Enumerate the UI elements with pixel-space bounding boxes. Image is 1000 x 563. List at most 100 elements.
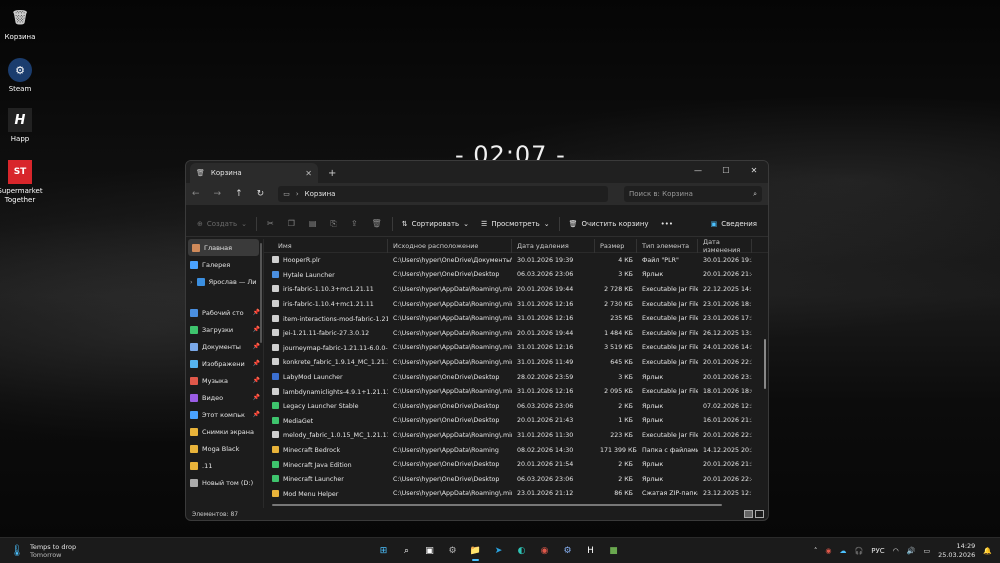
table-row[interactable]: Minecraft Launcher C:\Users\hyper\OneDriv… bbox=[264, 472, 768, 487]
wifi-icon[interactable]: ◠ bbox=[893, 547, 899, 555]
desktop-icon-happ[interactable]: H Happ bbox=[0, 108, 48, 144]
settings-icon[interactable]: ⚙ bbox=[444, 542, 461, 559]
sidebar-item-7[interactable]: Музыка 📌 bbox=[186, 372, 263, 389]
sidebar-item-11[interactable]: Moga Black bbox=[186, 440, 263, 457]
desktop-icon-supermarket-together[interactable]: ST Supermarket Together bbox=[0, 160, 48, 205]
table-row[interactable]: HooperR.plr C:\Users\hyper\OneDrive\Докум… bbox=[264, 253, 768, 268]
new-tab-button[interactable]: + bbox=[328, 168, 336, 179]
chrome-icon[interactable]: ◉ bbox=[536, 542, 553, 559]
desktop-icon-steam[interactable]: ⚙ Steam bbox=[0, 58, 48, 94]
sidebar-item-0[interactable]: Главная bbox=[188, 239, 259, 256]
table-row[interactable]: journeymap-fabric-1.21.11-6.0.0-b... C:\U… bbox=[264, 341, 768, 356]
sidebar-item-8[interactable]: Видео 📌 bbox=[186, 389, 263, 406]
column-header-type[interactable]: Тип элемента bbox=[637, 238, 698, 253]
delete-icon[interactable]: 🗑 bbox=[368, 219, 386, 228]
language-indicator[interactable]: РУС bbox=[871, 547, 884, 555]
sidebar-item-10[interactable]: Снимки экрана bbox=[186, 423, 263, 440]
column-header-size[interactable]: Размер bbox=[595, 238, 637, 253]
up-arrow-icon[interactable]: ↑ bbox=[235, 189, 243, 199]
chevron-up-icon[interactable]: ˄ bbox=[814, 547, 818, 555]
table-row[interactable]: MediaGet C:\Users\hyper\OneDrive\Desktop 2… bbox=[264, 414, 768, 429]
desktop-icon-recycle-bin[interactable]: 🗑 Корзина bbox=[0, 6, 48, 42]
address-field[interactable]: ▭ › Корзина bbox=[278, 186, 609, 202]
datetime[interactable]: 14:29 25.03.2026 bbox=[938, 542, 975, 560]
battery-icon[interactable]: ▭ bbox=[923, 547, 930, 555]
table-row[interactable]: item-interactions-mod-fabric-1.21... C:\U… bbox=[264, 311, 768, 326]
tab-recycle-bin[interactable]: 🗑 Корзина ✕ bbox=[190, 163, 318, 183]
table-row[interactable]: LabyMod Launcher C:\Users\hyper\OneDrive\… bbox=[264, 370, 768, 385]
close-tab-icon[interactable]: ✕ bbox=[305, 169, 312, 178]
sidebar-item-4[interactable]: Загрузки 📌 bbox=[186, 321, 263, 338]
column-header-name[interactable]: Имя bbox=[264, 238, 388, 253]
start-icon[interactable]: ⊞ bbox=[375, 542, 392, 559]
tray-app-icon[interactable]: ◉ bbox=[825, 547, 831, 555]
table-row[interactable]: jei-1.21.11-fabric-27.3.0.12 C:\Users\hyp… bbox=[264, 326, 768, 341]
cut-icon[interactable]: ✂ bbox=[263, 219, 278, 228]
cloud-icon[interactable]: ☁ bbox=[840, 547, 847, 555]
minecraft-icon[interactable]: ■ bbox=[605, 542, 622, 559]
search-icon[interactable]: ⌕ bbox=[398, 542, 415, 559]
share-icon[interactable]: ⇪ bbox=[347, 219, 362, 228]
table-row[interactable]: Mod Menu Helper C:\Users\hyper\AppData\Ro… bbox=[264, 487, 768, 502]
table-row[interactable]: iris-fabric-1.10.4+mc1.21.11 C:\Users\hyp… bbox=[264, 297, 768, 312]
table-row[interactable]: konkrete_fabric_1.9.14_MC_1.21.11 C:\User… bbox=[264, 355, 768, 370]
pin-icon[interactable]: 📌 bbox=[253, 411, 260, 418]
column-header-deleted[interactable]: Дата удаления bbox=[512, 238, 595, 253]
sidebar-item-13[interactable]: Новый том (D:) bbox=[186, 474, 263, 491]
column-header-location[interactable]: Исходное расположение bbox=[388, 238, 512, 253]
task-view-icon[interactable]: ▣ bbox=[421, 542, 438, 559]
details-button[interactable]: ▣ Сведения bbox=[708, 220, 760, 228]
table-row[interactable]: lambdynamiclights-4.9.1+1.21.11 C:\Users\… bbox=[264, 384, 768, 399]
pin-icon[interactable]: 📌 bbox=[253, 377, 260, 384]
table-row[interactable]: Minecraft Bedrock C:\Users\hyper\AppData\… bbox=[264, 443, 768, 458]
chevron-right-icon[interactable]: › bbox=[190, 278, 193, 286]
table-row[interactable]: Minecraft Java Edition C:\Users\hyper\One… bbox=[264, 457, 768, 472]
sidebar-item-5[interactable]: Документы 📌 bbox=[186, 338, 263, 355]
tiles-view-icon[interactable] bbox=[755, 510, 764, 518]
telegram-icon[interactable]: ➤ bbox=[490, 542, 507, 559]
refresh-icon[interactable]: ↻ bbox=[257, 189, 265, 199]
maximize-button[interactable]: ☐ bbox=[712, 161, 740, 179]
paste-icon[interactable]: ▤ bbox=[305, 219, 321, 228]
sort-button[interactable]: ⇅ Сортировать ⌄ bbox=[399, 220, 472, 228]
sidebar-item-12[interactable]: .11 bbox=[186, 457, 263, 474]
vertical-scrollbar[interactable] bbox=[764, 339, 766, 389]
table-row[interactable]: iris-fabric-1.10.3+mc1.21.11 C:\Users\hyp… bbox=[264, 282, 768, 297]
details-view-icon[interactable] bbox=[744, 510, 753, 518]
volume-icon[interactable]: 🔊 bbox=[907, 547, 916, 555]
sidebar-item-1[interactable]: Галерея bbox=[186, 256, 263, 273]
pin-icon[interactable]: 📌 bbox=[253, 309, 260, 316]
rename-icon[interactable]: ⎘ bbox=[326, 219, 340, 229]
file-explorer-icon[interactable]: 📁 bbox=[467, 542, 484, 561]
sidebar-item-2[interactable]: › Ярослав — Ли bbox=[186, 273, 263, 290]
pin-icon[interactable]: 📌 bbox=[253, 343, 260, 350]
close-window-button[interactable]: ✕ bbox=[740, 161, 768, 179]
column-header-modified[interactable]: Дата изменения bbox=[698, 238, 752, 254]
pin-icon[interactable]: 📌 bbox=[253, 360, 260, 367]
weather-widget[interactable]: 🌡 Temps to drop Tomorrow bbox=[0, 543, 76, 559]
table-row[interactable]: Legacy Launcher Stable C:\Users\hyper\One… bbox=[264, 399, 768, 414]
search-input[interactable]: Поиск в: Корзина ⌕ bbox=[624, 186, 762, 202]
pin-icon[interactable]: 📌 bbox=[253, 326, 260, 333]
happ-icon[interactable]: H bbox=[582, 542, 599, 559]
steam-icon[interactable]: ⚙ bbox=[559, 542, 576, 559]
sidebar-item-6[interactable]: Изображени 📌 bbox=[186, 355, 263, 372]
notifications-icon[interactable]: 🔔 bbox=[983, 547, 992, 555]
horizontal-scrollbar[interactable] bbox=[272, 504, 722, 506]
headset-icon[interactable]: 🎧 bbox=[855, 547, 864, 555]
more-options-button[interactable]: ••• bbox=[658, 220, 676, 228]
minimize-button[interactable]: — bbox=[684, 161, 712, 179]
table-row[interactable]: Hytale Launcher C:\Users\hyper\OneDrive\D… bbox=[264, 268, 768, 283]
view-button[interactable]: ☰ Просмотреть ⌄ bbox=[478, 220, 553, 228]
empty-bin-button[interactable]: 🗑 Очистить корзину bbox=[566, 220, 652, 228]
copy-icon[interactable]: ❐ bbox=[284, 219, 299, 228]
pin-icon[interactable]: 📌 bbox=[253, 394, 260, 401]
sidebar-item-9[interactable]: Этот компьк 📌 bbox=[186, 406, 263, 423]
table-row[interactable]: melody_fabric_1.0.15_MC_1.21.11 C:\Users\… bbox=[264, 428, 768, 443]
sidebar-scrollbar[interactable] bbox=[260, 243, 262, 343]
edge-icon[interactable]: ◐ bbox=[513, 542, 530, 559]
create-button[interactable]: ⊕ Создать ⌄ bbox=[194, 220, 250, 228]
back-arrow-icon[interactable]: ← bbox=[192, 189, 200, 199]
sidebar-item-3[interactable]: Рабочий сто 📌 bbox=[186, 304, 263, 321]
forward-arrow-icon[interactable]: → bbox=[214, 189, 222, 199]
